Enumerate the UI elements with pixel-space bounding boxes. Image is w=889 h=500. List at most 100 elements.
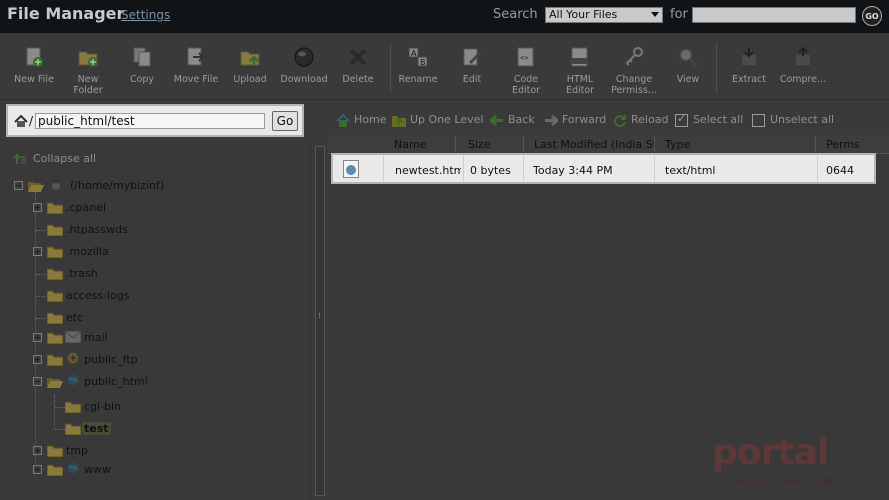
code-editor-icon: <>	[517, 47, 534, 67]
search-label: Search	[493, 7, 538, 22]
search-go-button[interactable]: GO	[862, 6, 882, 26]
grip-icon: ⁞	[318, 311, 321, 320]
mail-icon	[65, 331, 81, 343]
column-header-modified[interactable]: Last Modified (India Standard Time)	[534, 138, 654, 151]
column-header-type[interactable]: Type	[665, 138, 745, 151]
new-file-button[interactable]: New File	[7, 46, 61, 85]
svg-text:<>: <>	[520, 54, 528, 62]
code-editor-label-2: Editor	[511, 85, 541, 96]
cell-perms: 0644	[826, 164, 854, 177]
svg-text:B: B	[420, 58, 426, 67]
reload-label: Reload	[631, 113, 669, 126]
folder-icon	[47, 290, 63, 302]
tree-item[interactable]: .cpanel	[33, 200, 293, 216]
tree-item-label: .mozilla	[66, 245, 109, 258]
expand-toggle[interactable]	[33, 247, 42, 256]
up-one-level-link[interactable]: Up One Level	[392, 113, 483, 127]
expand-toggle[interactable]	[33, 465, 42, 474]
tree-item[interactable]: public_ftp	[33, 352, 293, 368]
collapse-toggle[interactable]	[14, 181, 23, 190]
extract-button[interactable]: Extract	[722, 46, 776, 85]
cell-divider	[383, 155, 384, 182]
tree-item[interactable]: public_html	[33, 374, 293, 390]
html-editor-button[interactable]: HTML Editor	[553, 46, 607, 96]
path-input[interactable]: public_html/test	[35, 113, 265, 129]
tree-item[interactable]: .mozilla	[33, 244, 293, 260]
tree-item-label: test	[82, 422, 111, 435]
path-bar: / public_html/test Go	[6, 104, 304, 137]
copy-button[interactable]: Copy	[115, 46, 169, 85]
tree-item[interactable]: tmp	[33, 443, 293, 459]
code-editor-button[interactable]: <> Code Editor	[499, 46, 553, 96]
home-link[interactable]: Home	[336, 113, 386, 127]
folder-icon	[47, 312, 63, 324]
arrow-left-icon	[490, 114, 503, 126]
new-folder-button[interactable]: New Folder	[61, 46, 115, 96]
forward-link[interactable]: Forward	[544, 113, 606, 127]
tree-item[interactable]: .htpasswds	[33, 222, 293, 238]
table-row[interactable]: newtest.html 0 bytes Today 3:44 PM text/…	[331, 153, 876, 184]
collapse-toggle[interactable]	[33, 377, 42, 386]
expand-toggle[interactable]	[33, 333, 42, 342]
settings-link[interactable]: Settings	[121, 8, 170, 22]
edit-button[interactable]: Edit	[445, 46, 499, 85]
path-go-button[interactable]: Go	[272, 111, 298, 131]
tree-item[interactable]: etc	[33, 310, 293, 326]
tree-root[interactable]: (/home/mybizinf)	[14, 178, 294, 194]
move-file-label: Move File	[173, 74, 219, 85]
search-input[interactable]	[692, 7, 856, 23]
cell-divider	[463, 155, 464, 182]
tree-item[interactable]: cgi-bin	[52, 399, 292, 415]
compress-button[interactable]: Compre...	[776, 46, 830, 85]
svg-text:A: A	[411, 49, 417, 58]
move-file-button[interactable]: Move File	[169, 46, 223, 85]
expand-toggle[interactable]	[33, 355, 42, 364]
search-scope-select[interactable]: All Your Files	[545, 7, 663, 23]
tree-item-selected[interactable]: test	[52, 421, 292, 437]
column-header-size[interactable]: Size	[468, 138, 518, 151]
up-one-level-label: Up One Level	[410, 113, 484, 126]
folder-icon	[47, 246, 63, 258]
open-folder-icon	[47, 378, 63, 388]
cell-size: 0 bytes	[470, 164, 511, 177]
pane-splitter[interactable]: ⁞	[310, 141, 329, 500]
toolbar: New File New Folder Copy Move File Uploa…	[0, 33, 889, 100]
chevron-down-icon	[651, 12, 659, 17]
rename-button[interactable]: AB Rename	[391, 46, 445, 85]
select-all-link[interactable]: Select all	[675, 112, 743, 127]
collapse-all-link[interactable]: Collapse all	[14, 152, 96, 165]
splitter-handle[interactable]: ⁞	[315, 146, 325, 496]
tree-item[interactable]: www	[33, 462, 293, 478]
tree-item-label: etc	[66, 311, 84, 324]
folder-icon	[47, 445, 63, 457]
expand-toggle[interactable]	[33, 203, 42, 212]
delete-icon	[349, 48, 367, 66]
back-link[interactable]: Back	[490, 113, 535, 127]
tree-item[interactable]: access-logs	[33, 288, 293, 304]
compress-label: Compre...	[779, 74, 827, 85]
view-button[interactable]: View	[661, 46, 715, 85]
tree-item[interactable]: .trash	[33, 266, 293, 282]
table-header: Name Size Last Modified (India Standard …	[328, 135, 889, 154]
change-permissions-button[interactable]: Change Permiss...	[607, 46, 661, 96]
code-editor-label-1: Code	[513, 74, 539, 85]
unselect-all-link[interactable]: Unselect all	[752, 113, 834, 127]
folder-icon	[47, 332, 63, 344]
search-scope-value: All Your Files	[549, 8, 618, 21]
new-folder-label-1: New	[77, 74, 99, 85]
move-file-icon	[187, 47, 205, 66]
column-header-perms[interactable]: Perms	[826, 138, 876, 151]
download-button[interactable]: Download	[277, 46, 331, 85]
column-header-name[interactable]: Name	[394, 138, 444, 151]
home-icon	[14, 115, 28, 127]
tree-connector	[36, 296, 46, 297]
tree-item-label: www	[84, 463, 111, 476]
expand-toggle[interactable]	[33, 446, 42, 455]
for-label: for	[670, 7, 688, 22]
tree-item-label: mail	[84, 331, 108, 344]
reload-link[interactable]: Reload	[613, 113, 668, 127]
delete-button[interactable]: Delete	[331, 46, 385, 85]
tree-item[interactable]: mail	[33, 330, 293, 346]
upload-button[interactable]: Upload	[223, 46, 277, 85]
tree-connector	[36, 230, 46, 231]
